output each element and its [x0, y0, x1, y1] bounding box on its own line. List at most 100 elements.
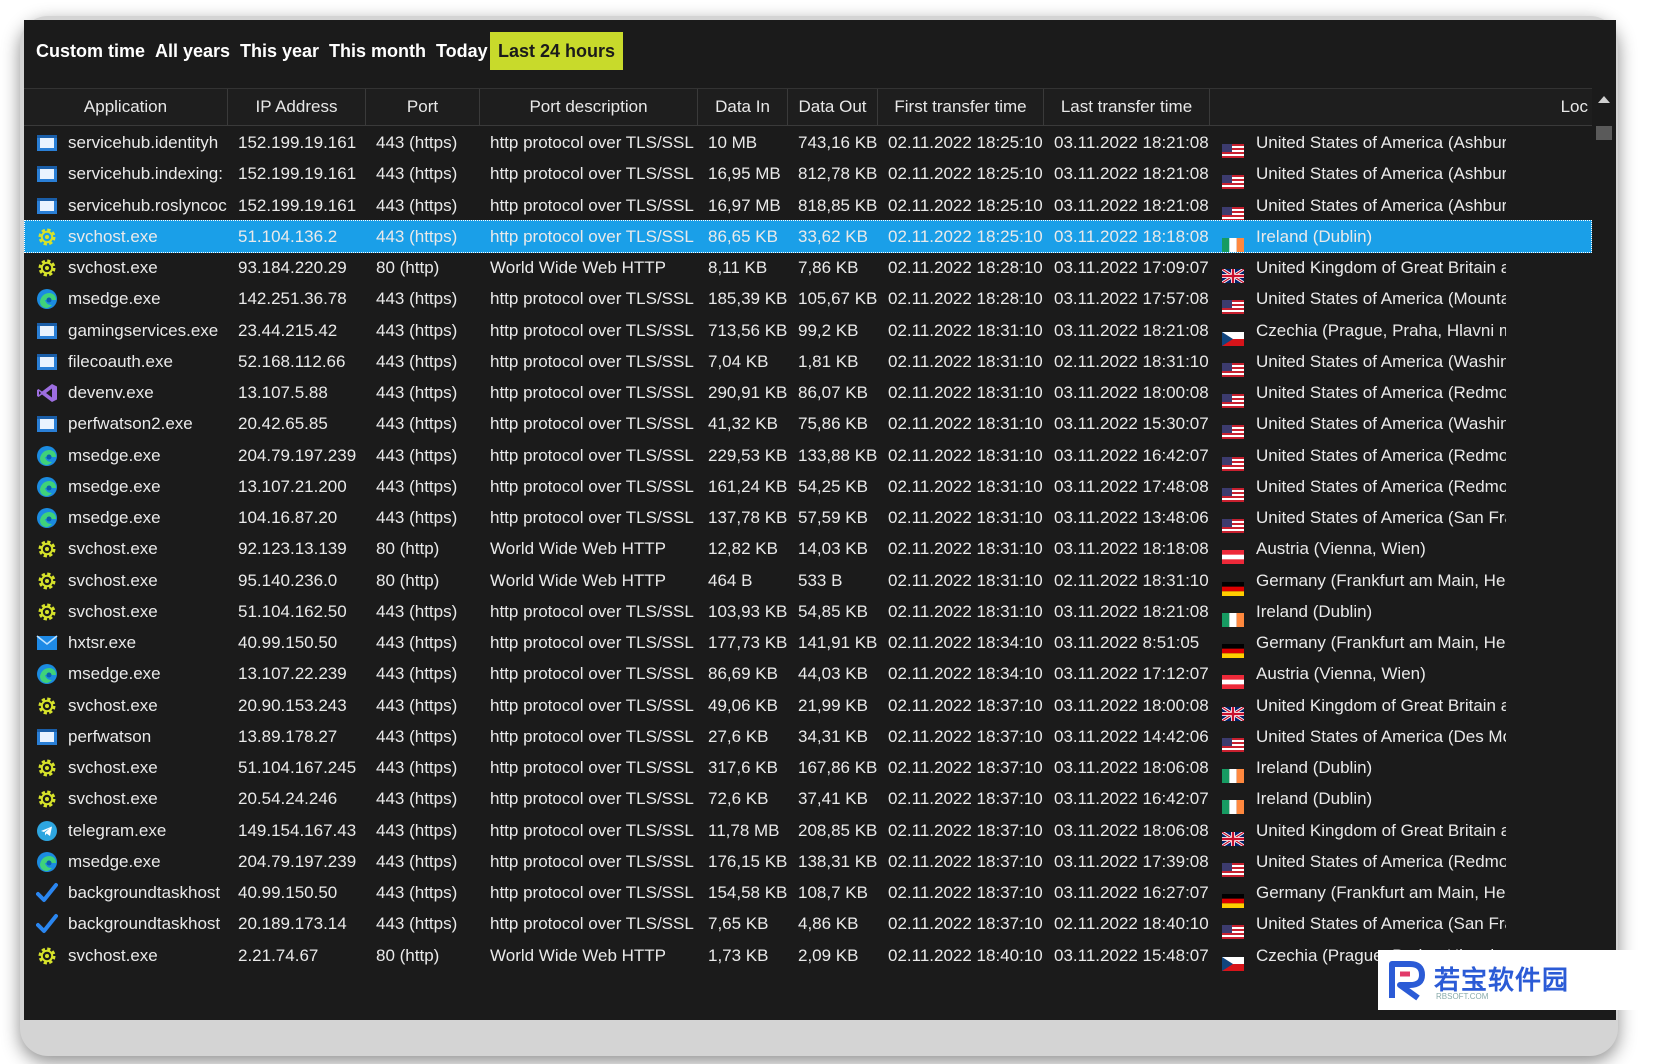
cell-last: 03.11.2022 13:48:06: [1044, 501, 1210, 534]
cell-app: svchost.exe: [24, 532, 228, 565]
cell-out-text: 141,91 KB: [798, 633, 878, 652]
table-row[interactable]: telegram.exe 149.154.167.43 443 (https) htt…: [24, 814, 1592, 847]
cell-ip: 51.104.136.2: [228, 220, 366, 253]
vertical-scrollbar[interactable]: [1592, 88, 1616, 1020]
table-row[interactable]: svchost.exe 2.21.74.67 80 (http) World Wide…: [24, 939, 1592, 972]
table-row[interactable]: svchost.exe 51.104.167.245 443 (https) http…: [24, 751, 1592, 784]
cell-app-text: servicehub.roslyncoc: [68, 195, 227, 215]
table-row[interactable]: svchost.exe 51.104.162.50 443 (https) http …: [24, 595, 1592, 628]
cell-loc: Ireland (Dublin): [1210, 595, 1506, 628]
table-row[interactable]: svchost.exe 51.104.136.2 443 (https) http p…: [24, 219, 1592, 253]
column-header-application[interactable]: Application: [24, 89, 228, 125]
filter-last-24-hours-button[interactable]: Last 24 hours: [490, 32, 624, 70]
cell-in: 86,65 KB: [698, 220, 788, 253]
table-row[interactable]: gamingservices.exe 23.44.215.42 443 (https…: [24, 314, 1592, 347]
table-row[interactable]: msedge.exe 142.251.36.78 443 (https) http p…: [24, 282, 1592, 315]
cell-in: 11,78 MB: [698, 814, 788, 847]
app-window-icon: [36, 413, 58, 435]
flag-us-icon: [1222, 292, 1244, 315]
table-row[interactable]: msedge.exe 13.107.22.239 443 (https) http p…: [24, 657, 1592, 690]
table-row[interactable]: perfwatson 13.89.178.27 443 (https) http pr…: [24, 720, 1592, 753]
flag-at-icon: [1222, 542, 1244, 565]
app-window: Custom time All years This year This mon…: [24, 20, 1616, 1020]
column-header-data-out[interactable]: Data Out: [788, 89, 878, 125]
table-row[interactable]: svchost.exe 95.140.236.0 80 (http) World Wi…: [24, 564, 1592, 597]
column-header-location[interactable]: Loc: [1210, 89, 1592, 125]
table-row[interactable]: backgroundtaskhost 40.99.150.50 443 (https…: [24, 876, 1592, 909]
filter-today-button[interactable]: Today: [428, 32, 496, 70]
cell-ip: 95.140.236.0: [228, 564, 366, 597]
flag-ie-icon: [1222, 792, 1244, 815]
cell-port: 443 (https): [366, 439, 480, 472]
cell-out-text: 743,16 KB: [798, 133, 878, 152]
table-row[interactable]: msedge.exe 13.107.21.200 443 (https) http p…: [24, 470, 1592, 503]
flag-us-icon: [1222, 386, 1244, 408]
cell-first-text: 02.11.2022 18:31:10: [888, 414, 1043, 434]
cell-app-text: msedge.exe: [68, 508, 161, 527]
cell-app-text: svchost.exe: [68, 258, 158, 277]
cell-out-text: 34,31 KB: [798, 726, 868, 746]
column-header-ip-address[interactable]: IP Address: [228, 89, 366, 125]
filter-this-year-button[interactable]: This year: [232, 32, 327, 70]
cell-first-text: 02.11.2022 18:37:10: [888, 820, 1043, 840]
table-row[interactable]: svchost.exe 93.184.220.29 80 (http) World W…: [24, 251, 1592, 284]
table-row[interactable]: servicehub.roslyncoc 152.199.19.161 443 (h…: [24, 189, 1592, 222]
column-header-port-description[interactable]: Port description: [480, 89, 698, 125]
cell-app-text: backgroundtaskhost: [68, 914, 221, 934]
table-row[interactable]: svchost.exe 20.54.24.246 443 (https) http p…: [24, 782, 1592, 815]
cell-first-text: 02.11.2022 18:31:10: [888, 351, 1043, 371]
edge-icon: [36, 851, 58, 873]
cell-first-text: 02.11.2022 18:31:10: [888, 445, 1043, 465]
table-row[interactable]: servicehub.indexing: 152.199.19.161 443 (h…: [24, 157, 1592, 190]
cell-out: 14,03 KB: [788, 532, 878, 565]
cell-app: svchost.exe: [24, 251, 228, 284]
cell-last: 03.11.2022 18:06:08: [1044, 751, 1210, 784]
cell-app-text: backgroundtaskhost: [68, 883, 221, 902]
table-row[interactable]: svchost.exe 20.90.153.243 443 (https) http …: [24, 689, 1592, 722]
cell-desc: World Wide Web HTTP: [480, 532, 698, 565]
table-row[interactable]: devenv.exe 13.107.5.88 443 (https) http pro…: [24, 376, 1592, 409]
cell-app-text: msedge.exe: [68, 851, 161, 871]
cell-last-text: 03.11.2022 16:27:07: [1054, 883, 1209, 902]
cell-app-text: perfwatson2.exe: [68, 414, 193, 434]
app-window-icon: [36, 163, 58, 185]
cell-last: 03.11.2022 17:39:08: [1044, 845, 1210, 878]
cell-in: 1,73 KB: [698, 939, 788, 972]
table-row[interactable]: filecoauth.exe 52.168.112.66 443 (https) ht…: [24, 345, 1592, 378]
table-row[interactable]: backgroundtaskhost 20.189.173.14 443 (http…: [24, 907, 1592, 940]
cell-app-text: hxtsr.exe: [68, 633, 137, 652]
cell-desc: World Wide Web HTTP: [480, 564, 698, 597]
cell-in: 7,65 KB: [698, 907, 788, 940]
cell-app-text: filecoauth.exe: [68, 351, 173, 371]
cell-port: 443 (https): [366, 501, 480, 534]
table-row[interactable]: hxtsr.exe 40.99.150.50 443 (https) http pro…: [24, 626, 1592, 659]
table-row[interactable]: servicehub.identityh 152.199.19.161 443 (h…: [24, 126, 1592, 159]
cell-loc: United States of America (Ashbur: [1210, 157, 1506, 190]
cell-loc: United States of America (Redmo: [1210, 845, 1506, 878]
cell-port: 443 (https): [366, 657, 480, 690]
scroll-up-icon[interactable]: [1598, 96, 1610, 103]
table-row[interactable]: msedge.exe 204.79.197.239 443 (https) http …: [24, 439, 1592, 472]
cell-out: 105,67 KB: [788, 282, 878, 315]
flag-us-icon: [1222, 855, 1244, 877]
table-row[interactable]: svchost.exe 92.123.13.139 80 (http) World W…: [24, 532, 1592, 565]
cell-last-text: 03.11.2022 18:06:08: [1054, 758, 1209, 777]
column-header-first-transfer-time[interactable]: First transfer time: [878, 89, 1044, 125]
cell-desc: http protocol over TLS/SSL: [480, 314, 698, 347]
cell-app-text: svchost.exe: [68, 695, 158, 715]
cell-desc: http protocol over TLS/SSL: [480, 282, 698, 315]
cell-loc-text: Ireland (Dublin): [1256, 789, 1373, 809]
cell-desc-text: http protocol over TLS/SSL: [490, 726, 694, 746]
cell-last: 03.11.2022 17:57:08: [1044, 282, 1210, 315]
cell-first: 02.11.2022 18:37:10: [878, 782, 1044, 815]
filter-custom-time-button[interactable]: Custom time: [28, 32, 153, 70]
column-header-port[interactable]: Port: [366, 89, 480, 125]
column-header-data-in[interactable]: Data In: [698, 89, 788, 125]
table-row[interactable]: msedge.exe 204.79.197.239 443 (https) http …: [24, 845, 1592, 878]
column-header-last-transfer-time[interactable]: Last transfer time: [1044, 89, 1210, 125]
filter-all-years-button[interactable]: All years: [147, 32, 238, 70]
scrollbar-thumb[interactable]: [1596, 126, 1612, 140]
table-row[interactable]: msedge.exe 104.16.87.20 443 (https) http pr…: [24, 501, 1592, 534]
table-row[interactable]: perfwatson2.exe 20.42.65.85 443 (https) htt…: [24, 407, 1592, 440]
filter-this-month-button[interactable]: This month: [321, 32, 434, 70]
